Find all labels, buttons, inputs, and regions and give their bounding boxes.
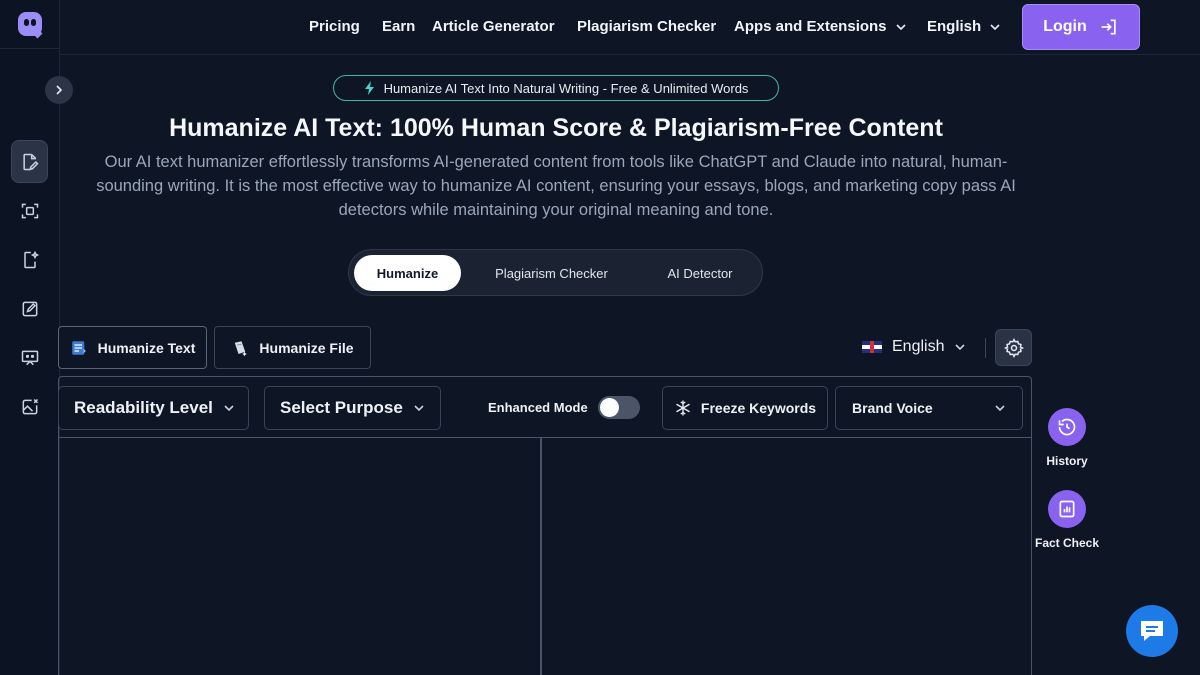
- page-title: Humanize AI Text: 100% Human Score & Pla…: [169, 114, 943, 142]
- image-remove-icon: [22, 398, 38, 414]
- history-label: History: [1046, 454, 1088, 468]
- document-sparkle-icon: [23, 250, 39, 268]
- humanize-text-label: Humanize Text: [97, 339, 196, 356]
- tab-plagiarism-checker[interactable]: Plagiarism Checker: [474, 255, 629, 291]
- editor-column-divider: [540, 438, 542, 675]
- purpose-select-label: Select Purpose: [280, 398, 403, 417]
- chevron-down-icon: [414, 405, 424, 412]
- editor-toolbar-divider: [59, 437, 1031, 438]
- humanize-file-label: Humanize File: [259, 339, 354, 356]
- toolbar-separator: [985, 338, 986, 358]
- lightning-icon: [364, 81, 374, 95]
- nav-language[interactable]: English: [927, 18, 1001, 35]
- chart-icon: [1059, 500, 1075, 518]
- login-arrow-icon: [1101, 19, 1116, 35]
- chevron-down-icon: [224, 405, 234, 412]
- humanize-file-tab[interactable]: Humanize File: [214, 326, 371, 369]
- brand-voice-label: Brand Voice: [852, 400, 933, 416]
- uk-flag-icon: [862, 341, 882, 353]
- enhanced-mode-toggle[interactable]: [598, 396, 640, 419]
- readability-level-label: Readability Level: [74, 398, 213, 417]
- nav-apps-extensions[interactable]: Apps and Extensions: [734, 18, 907, 35]
- sidebar-expand-button[interactable]: [45, 76, 73, 104]
- login-label: Login: [1043, 18, 1087, 35]
- chevron-right-icon: [56, 85, 63, 95]
- tab-humanize[interactable]: Humanize: [354, 255, 461, 291]
- chevron-down-icon: [895, 23, 906, 30]
- sidebar-item-ai-detector[interactable]: [11, 189, 48, 232]
- nav-plagiarism-checker[interactable]: Plagiarism Checker: [577, 18, 716, 35]
- top-navigation: Pricing Earn Article Generator Plagiaris…: [60, 0, 1200, 55]
- sidebar-item-editor[interactable]: [11, 287, 48, 330]
- document-edit-icon: [22, 153, 39, 171]
- freeze-keywords-button[interactable]: Freeze Keywords: [662, 386, 828, 430]
- sidebar-item-image-remover[interactable]: [11, 385, 48, 428]
- history-button[interactable]: [1048, 408, 1086, 446]
- language-select-label: English: [892, 338, 945, 355]
- freeze-keywords-label: Freeze Keywords: [700, 400, 817, 416]
- chat-bubble-icon: [1141, 621, 1163, 641]
- purpose-select[interactable]: Select Purpose: [264, 386, 441, 430]
- hero-badge-text: Humanize AI Text Into Natural Writing - …: [383, 80, 749, 96]
- nav-apps-extensions-label: Apps and Extensions: [734, 18, 887, 35]
- chat-button[interactable]: [1126, 605, 1178, 657]
- nav-earn[interactable]: Earn: [382, 18, 415, 35]
- toggle-knob: [600, 398, 619, 417]
- brand-voice-select[interactable]: Brand Voice: [835, 386, 1023, 430]
- settings-button[interactable]: [995, 329, 1032, 366]
- nav-language-label: English: [927, 18, 982, 35]
- file-sparkle-icon: [235, 340, 248, 356]
- presentation-icon: [21, 350, 38, 365]
- hero-badge: Humanize AI Text Into Natural Writing - …: [333, 75, 779, 101]
- sidebar-item-presentation[interactable]: [11, 336, 48, 379]
- nav-article-generator[interactable]: Article Generator: [432, 18, 555, 35]
- page-description: Our AI text humanizer effortlessly trans…: [96, 153, 1016, 219]
- chevron-down-icon: [995, 405, 1005, 412]
- chevron-down-icon: [990, 23, 1000, 30]
- tab-ai-detector[interactable]: AI Detector: [644, 255, 756, 291]
- sidebar-divider: [0, 48, 60, 49]
- nav-pricing[interactable]: Pricing: [309, 18, 360, 35]
- sidebar-item-ai-writer[interactable]: [11, 238, 48, 281]
- text-lines-icon: [71, 340, 86, 355]
- fact-check-button[interactable]: [1048, 490, 1086, 528]
- sidebar-item-humanize[interactable]: [11, 140, 48, 183]
- readability-level-select[interactable]: Readability Level: [58, 386, 249, 430]
- pen-square-icon: [22, 301, 37, 316]
- history-icon: [1058, 418, 1076, 436]
- fact-check-label: Fact Check: [1034, 536, 1100, 550]
- login-button[interactable]: Login: [1022, 4, 1140, 50]
- enhanced-mode-label: Enhanced Mode: [488, 400, 588, 415]
- mode-tabs: Humanize Plagiarism Checker AI Detector: [348, 249, 763, 296]
- snowflake-icon: [676, 400, 690, 416]
- language-select[interactable]: English: [862, 338, 966, 356]
- gear-icon: [1003, 337, 1024, 358]
- chevron-down-icon: [955, 344, 966, 351]
- scan-icon: [21, 203, 38, 218]
- humanize-text-tab[interactable]: Humanize Text: [58, 326, 207, 369]
